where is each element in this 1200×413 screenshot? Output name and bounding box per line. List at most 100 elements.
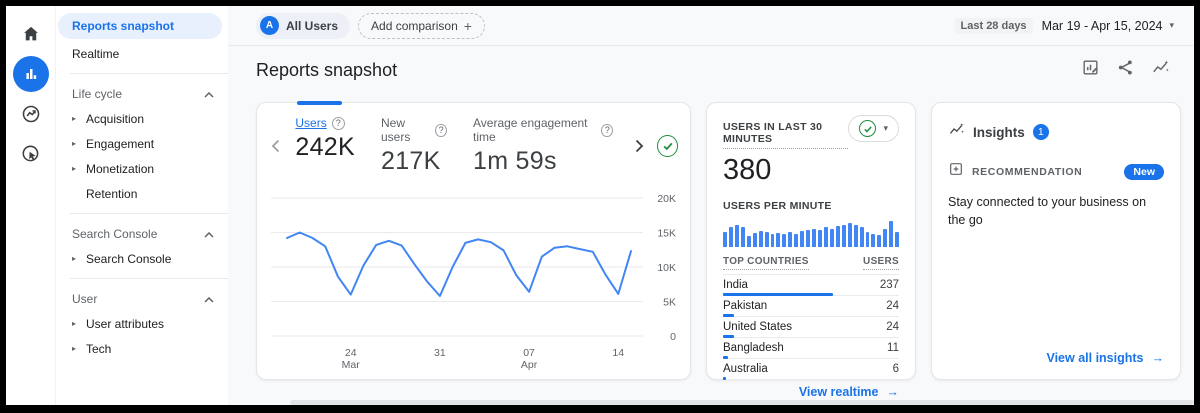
col-top-countries: TOP COUNTRIES — [723, 256, 809, 270]
caret-down-icon[interactable]: ▾ — [1169, 20, 1174, 31]
help-icon[interactable]: ? — [601, 124, 613, 137]
view-realtime-link[interactable]: View realtime → — [723, 385, 899, 399]
insights-count-badge: 1 — [1033, 124, 1049, 140]
reports-button[interactable] — [13, 56, 49, 92]
realtime-users-value: 380 — [723, 154, 899, 187]
tree-arrow-icon: ▸ — [72, 254, 86, 263]
date-range-selector[interactable]: Mar 19 - Apr 15, 2024 — [1042, 19, 1163, 33]
metric-new-users[interactable]: New users?217K — [381, 116, 447, 176]
metric-blocks: Users?242K New users?217K Average engageme… — [285, 116, 629, 176]
per-minute-bar — [771, 234, 775, 247]
page-title: Reports snapshot — [256, 60, 397, 81]
x-axis-tick: Apr — [521, 359, 538, 371]
help-icon[interactable]: ? — [332, 117, 345, 130]
users-per-minute-label: USERS PER MINUTE — [723, 200, 899, 212]
per-minute-bar — [871, 234, 875, 247]
chevron-right-icon[interactable] — [629, 135, 649, 157]
insights-icon[interactable] — [1151, 58, 1170, 82]
explore-button[interactable] — [13, 96, 49, 132]
help-icon[interactable]: ? — [435, 124, 447, 137]
tree-arrow-icon: ▸ — [72, 114, 86, 123]
per-minute-bar — [759, 231, 763, 247]
insights-sparkline-icon — [948, 121, 965, 143]
cards-row: Users?242K New users?217K Average engageme… — [228, 82, 1194, 380]
title-row: Reports snapshot — [228, 46, 1194, 82]
horizontal-scrollbar[interactable] — [290, 400, 1194, 405]
view-all-insights-link[interactable]: View all insights → — [1046, 351, 1164, 365]
data-quality-check-icon[interactable] — [657, 135, 678, 157]
per-minute-bar — [776, 233, 780, 247]
share-icon[interactable] — [1116, 58, 1135, 82]
col-users: USERS — [863, 256, 899, 270]
per-minute-bar — [800, 231, 804, 247]
nav-divider — [70, 73, 228, 74]
users-line-chart[interactable]: 20K15K10K5K024Mar3107Apr14 — [257, 176, 690, 393]
country-row-united-states[interactable]: United States24 — [723, 317, 899, 338]
sidebar-item-realtime[interactable]: Realtime — [56, 41, 228, 66]
country-row-bangladesh[interactable]: Bangladesh11 — [723, 338, 899, 359]
per-minute-bar — [866, 232, 870, 247]
audience-chip[interactable]: A All Users — [256, 13, 350, 39]
sidebar-item-retention[interactable]: Retention — [56, 181, 228, 206]
sidebar-item-user-attributes[interactable]: ▸User attributes — [56, 311, 228, 336]
sidebar-item-engagement[interactable]: ▸Engagement — [56, 131, 228, 156]
per-minute-bar — [877, 235, 881, 247]
add-comparison-button[interactable]: Add comparison + — [358, 13, 485, 39]
per-minute-bar — [794, 234, 798, 247]
nav-section-life-cycle[interactable]: Life cycle — [56, 81, 228, 106]
per-minute-bar — [848, 223, 852, 247]
sidebar-item-search-console[interactable]: ▸Search Console — [56, 246, 228, 271]
country-row-india[interactable]: India237 — [723, 275, 899, 296]
per-minute-bar — [830, 229, 834, 247]
metrics-header: Users?242K New users?217K Average engageme… — [257, 103, 690, 176]
add-comparison-label: Add comparison — [371, 19, 458, 33]
sidebar-item-reports-snapshot[interactable]: Reports snapshot — [58, 13, 222, 39]
per-minute-bar — [753, 233, 757, 247]
recommendation-label: RECOMMENDATION — [972, 166, 1116, 178]
nav-section-user[interactable]: User — [56, 286, 228, 311]
tree-arrow-icon: ▸ — [72, 164, 86, 173]
users-series-line — [287, 233, 631, 297]
sidebar-item-tech[interactable]: ▸Tech — [56, 336, 228, 361]
nav-section-search-console[interactable]: Search Console — [56, 221, 228, 246]
country-row-pakistan[interactable]: Pakistan24 — [723, 296, 899, 317]
per-minute-bar — [735, 225, 739, 247]
per-minute-bar — [883, 229, 887, 247]
customize-report-icon[interactable] — [1081, 58, 1100, 82]
per-minute-bar — [812, 229, 816, 247]
nav-divider — [70, 213, 228, 214]
recommendation-row: RECOMMENDATION New — [948, 161, 1164, 182]
bar-chart-icon — [21, 64, 41, 84]
date-preset-badge: Last 28 days — [955, 18, 1033, 34]
country-row-australia[interactable]: Australia6 — [723, 359, 899, 380]
app-rail — [6, 6, 56, 405]
y-axis-tick: 20K — [657, 193, 676, 205]
realtime-card: USERS IN LAST 30 MINUTES ▾ 380 USERS PER… — [706, 102, 916, 380]
sidebar-item-acquisition[interactable]: ▸Acquisition — [56, 106, 228, 131]
selected-metric-indicator — [297, 101, 342, 105]
x-axis-tick: 24 — [345, 347, 357, 359]
users-per-minute-chart[interactable] — [723, 219, 899, 247]
chevron-up-icon — [204, 87, 214, 101]
tree-arrow-icon: ▸ — [72, 344, 86, 353]
chevron-left-icon[interactable] — [265, 135, 285, 157]
realtime-status-dropdown[interactable]: ▾ — [848, 115, 899, 142]
metric-average-engagement-time[interactable]: Average engagement time?1m 59s — [473, 116, 613, 176]
topbar: A All Users Add comparison + Last 28 day… — [228, 6, 1194, 46]
insights-header: Insights 1 — [948, 121, 1164, 143]
countries-table: India237Pakistan24United States24Banglad… — [723, 275, 899, 380]
sidebar-item-monetization[interactable]: ▸Monetization — [56, 156, 228, 181]
check-circle-icon — [859, 120, 876, 137]
metric-users[interactable]: Users?242K — [295, 116, 355, 176]
insights-title: Insights — [973, 125, 1025, 140]
per-minute-bar — [729, 227, 733, 247]
advertising-button[interactable] — [13, 136, 49, 172]
new-badge: New — [1124, 164, 1164, 180]
report-actions — [1081, 58, 1170, 82]
per-minute-bar — [782, 234, 786, 247]
insight-text[interactable]: Stay connected to your business on the g… — [948, 193, 1160, 229]
home-icon — [20, 23, 42, 45]
home-button[interactable] — [13, 16, 49, 52]
metrics-overview-card: Users?242K New users?217K Average engageme… — [256, 102, 691, 380]
recommendation-box-icon — [948, 161, 964, 182]
